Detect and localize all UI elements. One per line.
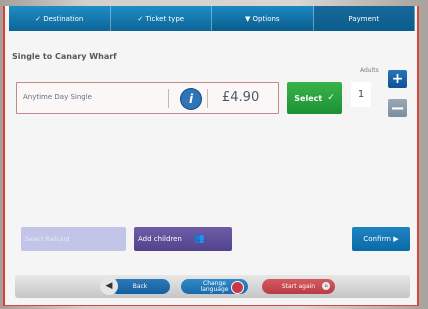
ticket-machine-screen: ✓ Destination ✓ Ticket type ▼ Options Pa… (3, 6, 419, 306)
price-divider (207, 89, 208, 108)
start-again-label: Start again (281, 283, 316, 290)
add-adult-button[interactable]: + (388, 70, 407, 88)
journey-title: Single to Canary Wharf (12, 52, 117, 61)
progress-steps: ✓ Destination ✓ Ticket type ▼ Options Pa… (9, 6, 415, 31)
step-destination[interactable]: ✓ Destination (9, 6, 111, 31)
info-icon[interactable]: i (181, 89, 201, 109)
ticket-option-row[interactable]: Anytime Day Single i £4.90 (16, 82, 279, 114)
change-language-button[interactable]: Change language (181, 279, 248, 294)
ticket-price: £4.90 (222, 90, 260, 105)
ticket-divider (168, 89, 169, 108)
check-icon: ✓ (327, 93, 335, 103)
remove-adult-button[interactable]: − (388, 98, 407, 119)
back-arrow-icon: ◀ (100, 277, 118, 295)
step-ticket-type[interactable]: ✓ Ticket type (110, 6, 212, 31)
home-icon: ⌂ (322, 282, 330, 290)
adults-count: 1 (351, 82, 371, 107)
ticket-name: Anytime Day Single (23, 93, 92, 101)
people-icon: 👥 (193, 234, 205, 244)
select-ticket-button[interactable]: Select ✓ (287, 82, 342, 114)
change-language-label: Change language (200, 279, 229, 293)
start-again-button[interactable]: Start again ⌂ (262, 279, 335, 294)
step-options[interactable]: ▼ Options (212, 6, 314, 31)
kiosk-frame: ✓ Destination ✓ Ticket type ▼ Options Pa… (0, 0, 428, 309)
back-label: Back (132, 283, 148, 290)
bottom-navigation: ◀ Back Change language Start again ⌂ (15, 275, 410, 298)
step-payment[interactable]: Payment (313, 6, 415, 31)
select-railcard-button[interactable]: Select Railcard (21, 227, 126, 251)
add-children-label: Add children (138, 235, 182, 243)
uk-flag-icon (231, 281, 244, 294)
select-label: Select (294, 93, 323, 103)
confirm-button[interactable]: Confirm ▶ (352, 227, 410, 251)
back-button[interactable]: ◀ Back (100, 277, 170, 295)
adults-label: Adults (360, 67, 379, 74)
add-children-button[interactable]: Add children 👥 (134, 227, 232, 251)
